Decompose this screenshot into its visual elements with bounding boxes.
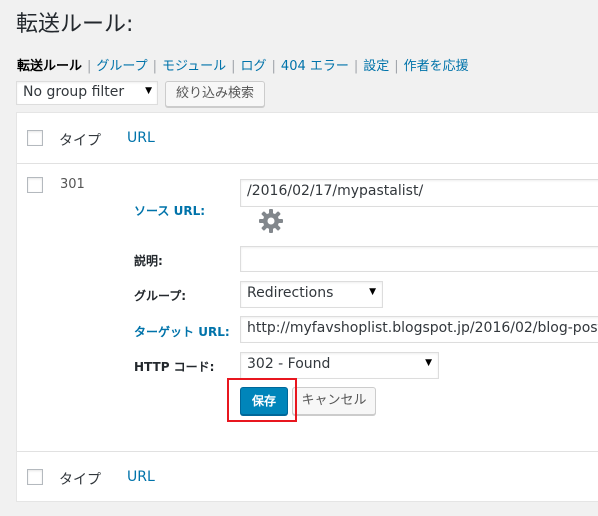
column-type-footer: タイプ: [59, 472, 101, 488]
subnav-redirects[interactable]: 転送ルール: [17, 59, 82, 74]
subnav-modules[interactable]: モジュール: [162, 59, 226, 74]
subnav-separator: |: [231, 59, 236, 74]
group-label: グループ:: [134, 289, 187, 303]
cancel-button[interactable]: キャンセル: [292, 387, 376, 415]
filter-search-button[interactable]: 絞り込み検索: [165, 81, 265, 107]
column-type: タイプ: [59, 133, 101, 149]
target-url-label: ターゲット URL:: [134, 325, 230, 339]
subnav-separator: |: [271, 59, 276, 74]
subnav-support[interactable]: 作者を応援: [404, 59, 469, 74]
subnav-logs[interactable]: ログ: [241, 59, 267, 74]
subnav-separator: |: [87, 59, 92, 74]
page-title: 転送ルール:: [16, 12, 134, 37]
select-all-checkbox-footer[interactable]: [27, 469, 43, 485]
source-url-input[interactable]: /2016/02/17/mypastalist/: [240, 179, 598, 207]
row-checkbox[interactable]: [27, 177, 43, 193]
chevron-down-icon: ▼: [425, 358, 432, 368]
select-all-checkbox[interactable]: [27, 130, 43, 146]
target-url-input[interactable]: http://myfavshoplist.blogspot.jp/2016/02…: [240, 316, 598, 343]
chevron-down-icon: ▼: [145, 86, 152, 96]
subnav-404-errors[interactable]: 404 エラー: [281, 59, 349, 74]
redirection-admin-page: 転送ルール: 転送ルール | グループ | モジュール | ログ | 404 エラー | 設定 | 作者…: [0, 0, 598, 516]
http-code-select[interactable]: 302 - Found ▼: [240, 352, 439, 379]
group-filter-value: No group filter: [23, 84, 125, 100]
group-select[interactable]: Redirections ▼: [240, 281, 383, 308]
subnav-groups[interactable]: グループ: [96, 59, 147, 74]
subnav: 転送ルール | グループ | モジュール | ログ | 404 エラー | 設定 | 作者を応援: [17, 55, 469, 74]
gear-icon[interactable]: [257, 207, 285, 235]
table-header: タイプ URL: [17, 113, 598, 164]
subnav-separator: |: [152, 59, 158, 74]
description-input[interactable]: [240, 246, 598, 272]
subnav-settings[interactable]: 設定: [363, 59, 389, 74]
group-filter-select[interactable]: No group filter ▼: [16, 81, 158, 105]
http-code-value: 302 - Found: [247, 356, 331, 372]
column-url-footer[interactable]: URL: [127, 469, 155, 485]
redirects-table: タイプ URL 301 ソース URL: /2016/02/17/mypasta…: [16, 112, 598, 502]
chevron-down-icon: ▼: [369, 287, 376, 297]
subnav-separator: |: [353, 59, 359, 74]
row-type-code: 301: [60, 177, 85, 192]
save-button-highlight: [227, 378, 297, 422]
description-label: 説明:: [134, 254, 163, 268]
source-url-label: ソース URL:: [134, 204, 206, 218]
table-footer: タイプ URL: [17, 451, 598, 502]
subnav-separator: |: [394, 59, 399, 74]
group-select-value: Redirections: [247, 285, 334, 301]
http-code-label: HTTP コード:: [134, 360, 215, 374]
column-url[interactable]: URL: [127, 130, 155, 146]
